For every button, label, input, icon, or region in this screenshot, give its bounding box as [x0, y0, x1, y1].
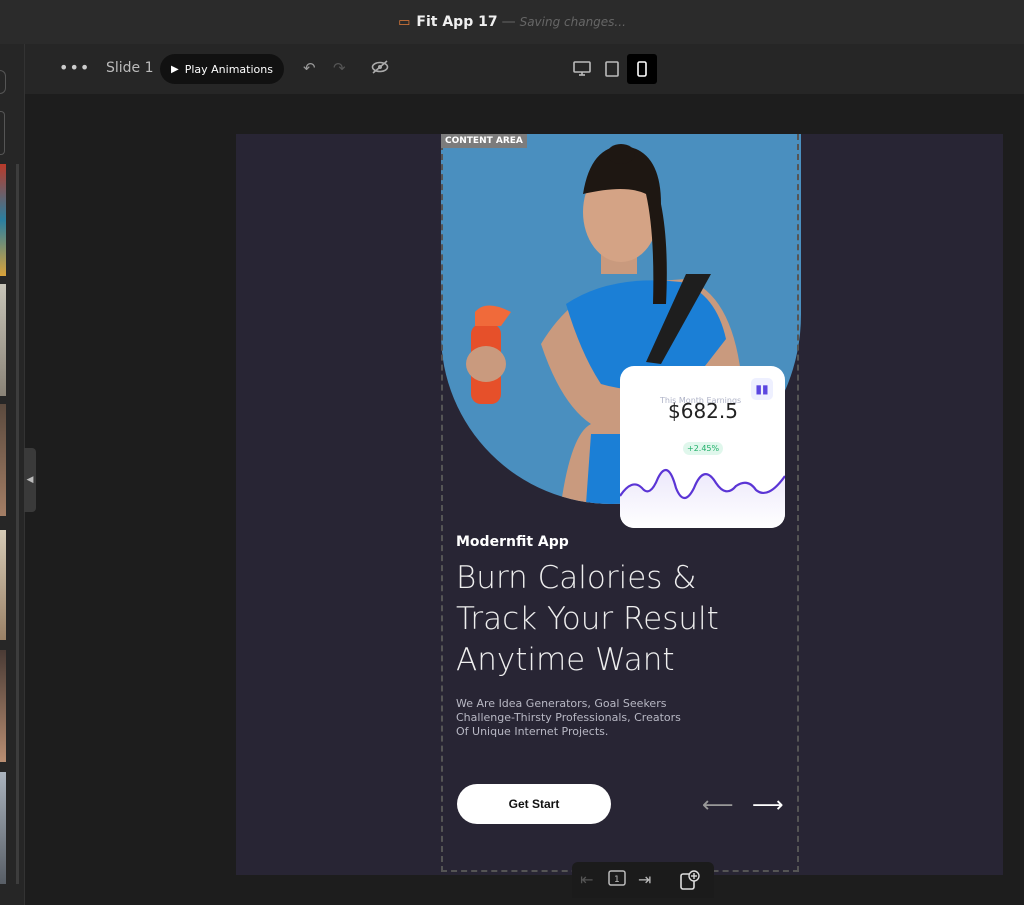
play-icon: ▶ [171, 63, 179, 75]
collapse-panel-button[interactable]: ◀ [24, 448, 36, 512]
earnings-card[interactable]: ▮▮ This Month Earnings $682.5 +2.45% [620, 366, 785, 528]
slide-number-icon[interactable]: 1 [608, 870, 628, 892]
earnings-amount: $682.5 [668, 399, 738, 423]
strip-circle-button[interactable] [0, 70, 6, 94]
slide-controls-bar: ⇤ 1 ⇥ [572, 862, 714, 898]
slide-thumbnail[interactable] [0, 284, 6, 396]
slide-thumbnail[interactable] [0, 404, 6, 516]
play-animations-button[interactable]: ▶ Play Animations [160, 54, 284, 84]
app-icon: ▭ [398, 14, 411, 30]
previous-slide-icon[interactable]: ⇤ [580, 870, 593, 889]
tablet-icon [605, 61, 619, 77]
slide-name[interactable]: Slide 1 [106, 60, 154, 76]
hide-eye-icon[interactable] [371, 59, 389, 79]
get-start-button[interactable]: Get Start [457, 784, 611, 824]
headline[interactable]: Burn Calories & Track Your Result Anytim… [456, 558, 776, 681]
undo-icon[interactable]: ↶ [303, 59, 316, 77]
tablet-view-button[interactable] [597, 54, 627, 84]
play-animations-label: Play Animations [184, 62, 273, 76]
arrow-right-icon[interactable]: ⟶ [752, 793, 784, 818]
app-title: Fit App 17 [416, 14, 498, 30]
next-slide-icon[interactable]: ⇥ [638, 870, 651, 889]
editor-toolbar: ••• Slide 1 ▶ Play Animations ↶ ↷ [25, 44, 1024, 94]
description-text[interactable]: We Are Idea Generators, Goal Seekers Cha… [456, 697, 716, 739]
svg-text:1: 1 [614, 875, 620, 885]
slide-thumbnail[interactable] [0, 772, 6, 884]
earnings-change-badge: +2.45% [683, 442, 724, 455]
more-options-button[interactable]: ••• [59, 58, 90, 77]
redo-icon[interactable]: ↷ [333, 59, 346, 77]
app-name[interactable]: Modernfit App [456, 534, 569, 550]
slide-thumbnail[interactable] [0, 530, 6, 640]
save-status: Saving changes... [519, 15, 626, 29]
arrow-left-icon[interactable]: ⟵ [702, 793, 734, 818]
title-bar: ▭ Fit App 17 — Saving changes... [0, 0, 1024, 44]
bar-chart-icon: ▮▮ [751, 378, 773, 400]
slide-thumbnail[interactable] [0, 650, 6, 762]
slide-thumbnail[interactable] [0, 164, 6, 276]
chevron-left-icon: ◀ [26, 475, 34, 485]
add-slide-icon[interactable] [680, 870, 700, 894]
desktop-view-button[interactable] [567, 54, 597, 84]
slide-thumbnail-strip[interactable] [0, 44, 25, 905]
earnings-sparkline [620, 468, 785, 528]
mobile-icon [637, 61, 647, 77]
content-area-tag: CONTENT AREA [441, 134, 527, 148]
desktop-icon [573, 61, 591, 76]
strip-scrollbar[interactable] [16, 164, 19, 884]
title-separator: — [501, 14, 516, 30]
mobile-view-button[interactable] [627, 54, 657, 84]
strip-add-button[interactable] [0, 111, 5, 155]
